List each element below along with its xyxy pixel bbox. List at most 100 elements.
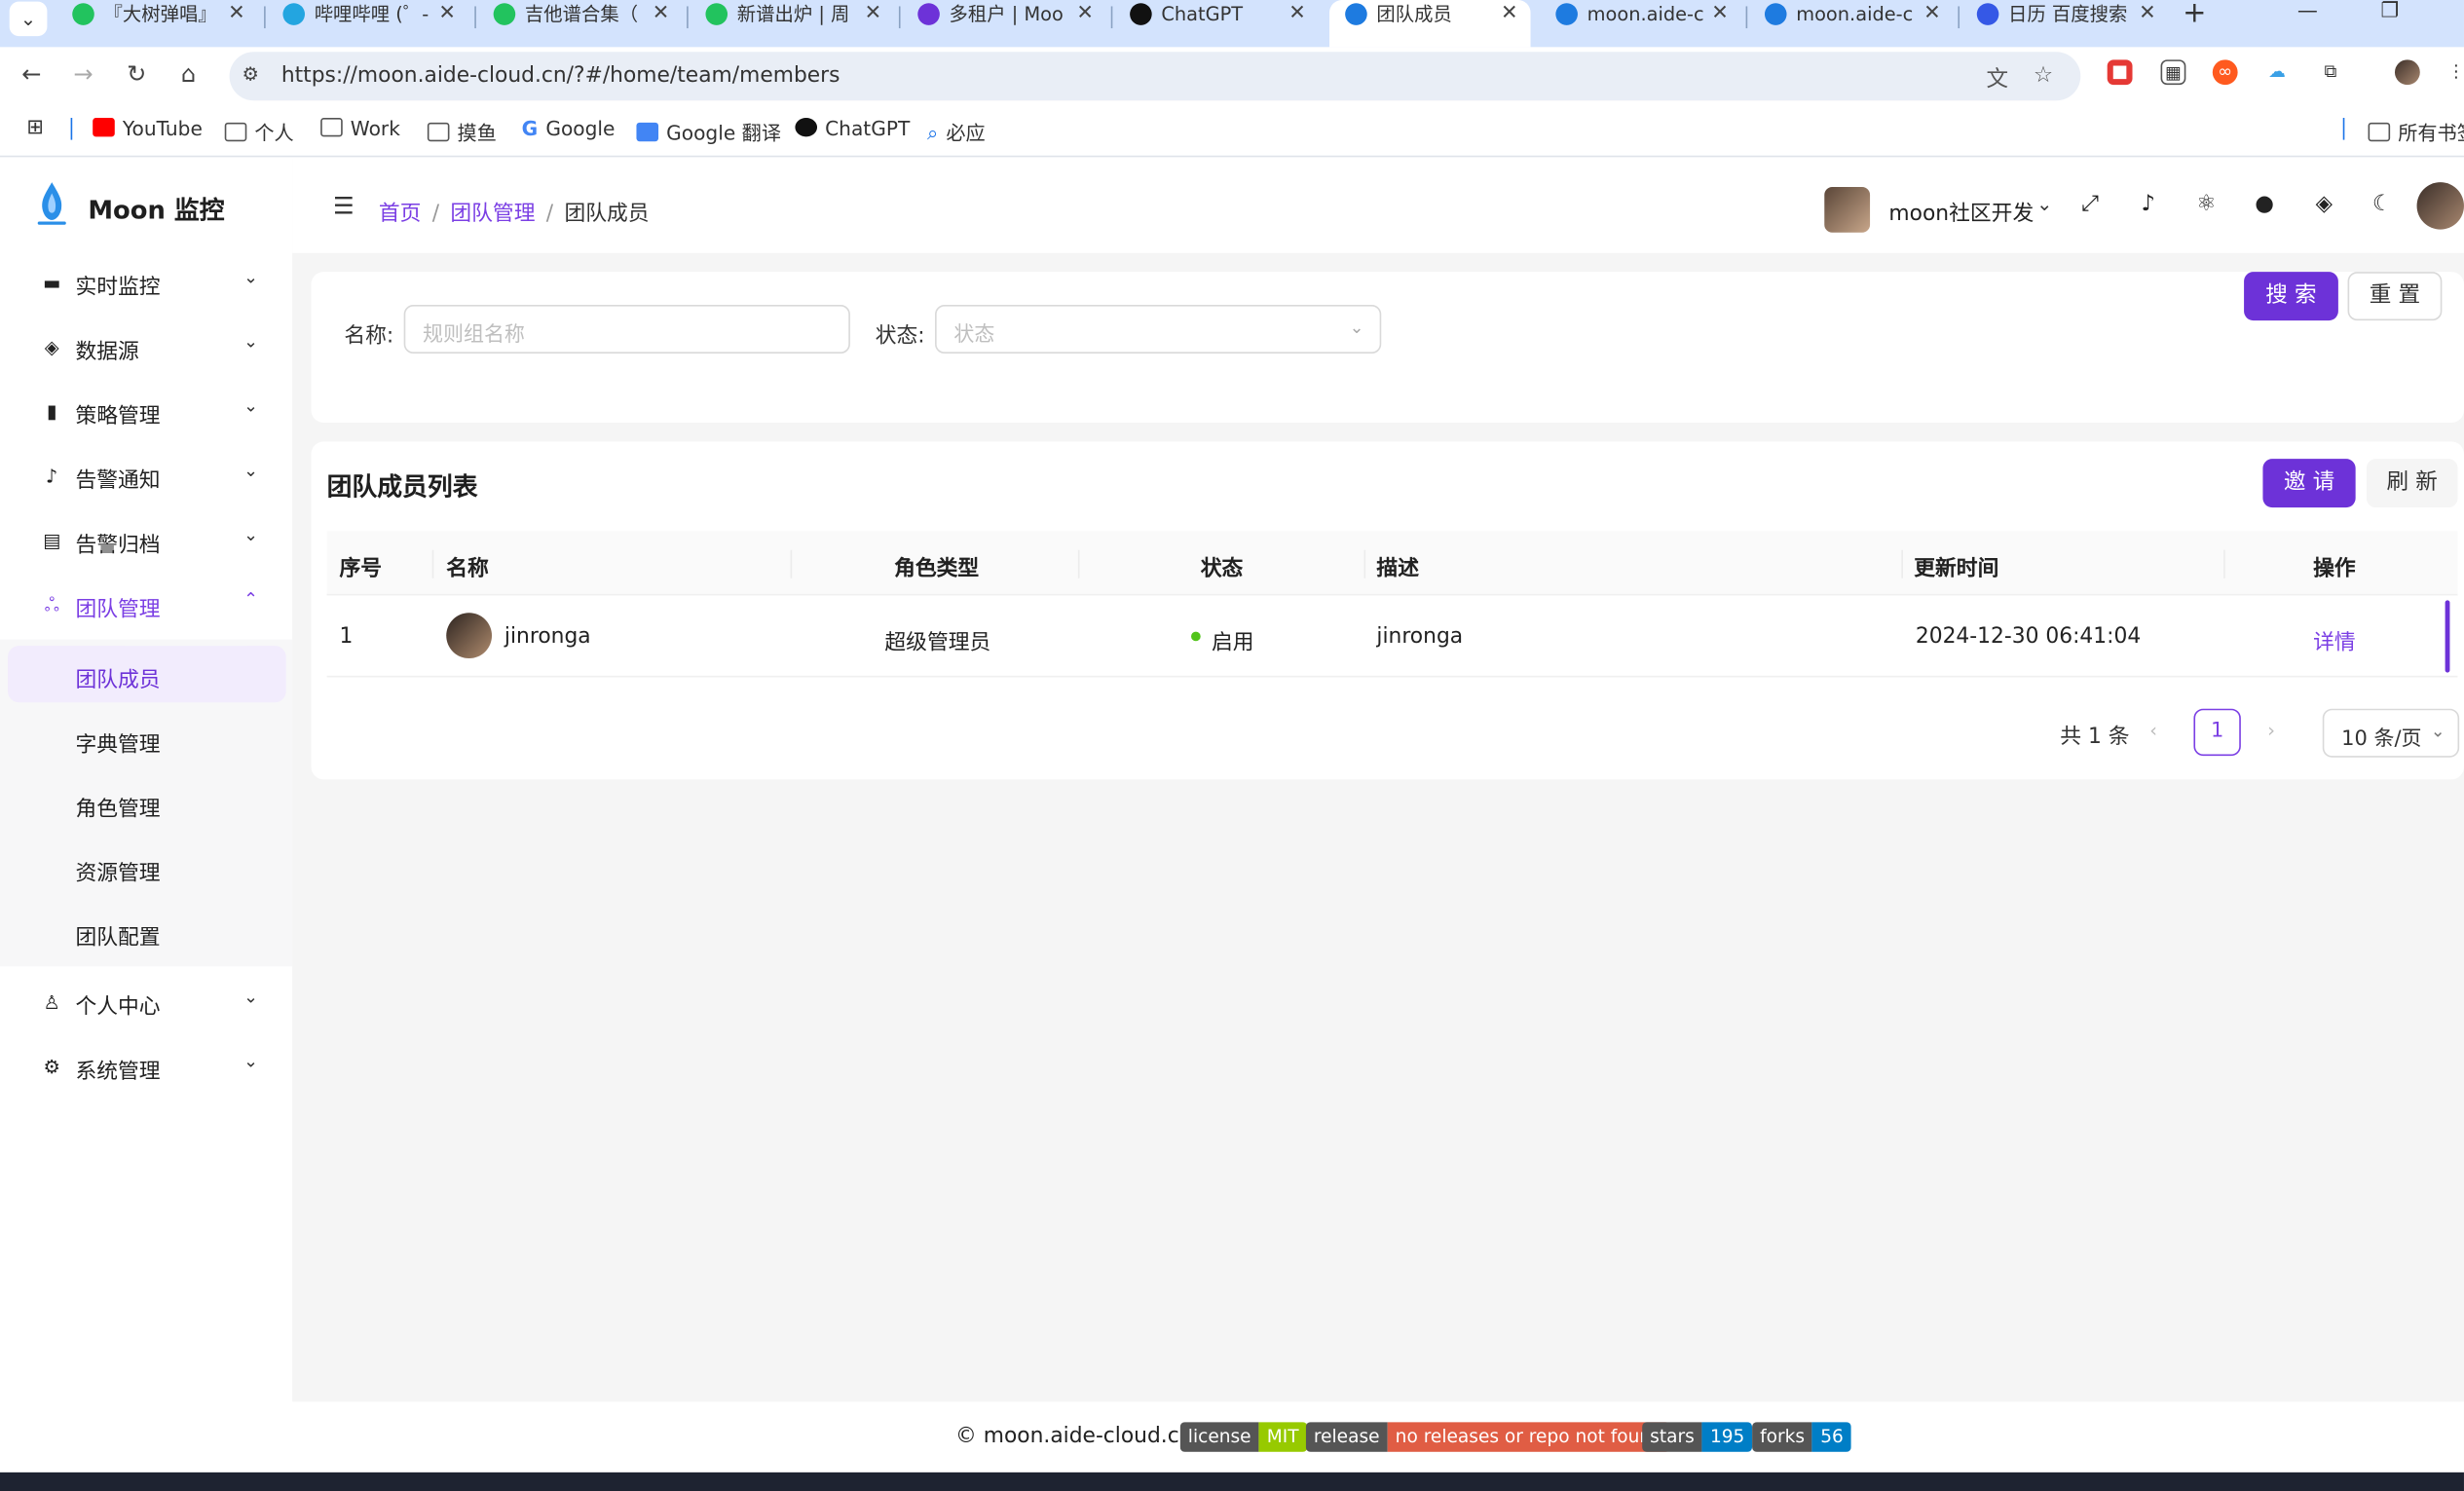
- dark-mode-icon[interactable]: ☾: [2367, 192, 2398, 217]
- menu-item-alarm-notify[interactable]: ♪ 告警通知 ⌄: [0, 446, 292, 505]
- bookmark-star-icon[interactable]: ☆: [2034, 63, 2053, 89]
- layers-icon[interactable]: ◈: [2308, 192, 2339, 217]
- pagination-page[interactable]: 1: [2193, 708, 2241, 757]
- prev-page-icon[interactable]: ‹: [2149, 720, 2157, 742]
- menu-item-strategy[interactable]: ▮ 策略管理 ⌄: [0, 382, 292, 441]
- close-icon[interactable]: ✕: [228, 0, 245, 28]
- close-icon[interactable]: ✕: [865, 0, 882, 28]
- translate-icon[interactable]: 文: [1986, 63, 2008, 94]
- forward-icon[interactable]: →: [67, 59, 98, 88]
- close-icon[interactable]: ✕: [653, 0, 670, 28]
- invite-button[interactable]: 邀 请: [2262, 459, 2356, 508]
- table-scrollbar[interactable]: [2445, 600, 2450, 673]
- menu-item-system-management[interactable]: ⚙ 系统管理 ⌄: [0, 1037, 292, 1097]
- bookmark-translate[interactable]: Google 翻译: [636, 116, 781, 146]
- home-icon[interactable]: ⌂: [172, 59, 204, 88]
- breadcrumb-home[interactable]: 首页: [379, 202, 422, 227]
- bookmark-folder[interactable]: Work: [320, 116, 400, 140]
- menu-item-personal-center[interactable]: ♙ 个人中心 ⌄: [0, 973, 292, 1032]
- qr-code-icon[interactable]: ▦: [2160, 59, 2186, 86]
- release-badge[interactable]: release no releases or repo not found: [1305, 1422, 1671, 1452]
- forks-badge[interactable]: forks 56: [1752, 1422, 1851, 1452]
- bell-icon[interactable]: ♪: [2133, 192, 2164, 217]
- chevron-down-icon[interactable]: ⌄: [2036, 193, 2052, 215]
- stars-badge[interactable]: stars 195: [1642, 1422, 1753, 1452]
- menu-item-datasource[interactable]: ◈ 数据源 ⌄: [0, 317, 292, 377]
- fullscreen-icon[interactable]: ⤢: [2074, 192, 2106, 217]
- bookmark-google[interactable]: G Google: [522, 116, 616, 139]
- column-divider: [790, 549, 793, 578]
- detail-link[interactable]: 详情: [2313, 624, 2356, 655]
- browser-tab[interactable]: 『大树弹唱』 ✕: [56, 0, 258, 47]
- license-badge[interactable]: license MIT: [1179, 1422, 1307, 1452]
- menu-fold-icon[interactable]: ☰: [333, 192, 355, 220]
- cloud-icon[interactable]: ☁: [2264, 59, 2290, 86]
- browser-tab[interactable]: 哔哩哔哩 (゜- ✕: [267, 0, 468, 47]
- site-info-icon[interactable]: ⚙: [242, 63, 258, 86]
- search-button[interactable]: 搜 索: [2244, 272, 2338, 321]
- tab-search-button[interactable]: ⌄: [9, 1, 48, 37]
- all-bookmarks[interactable]: 所有书签: [2368, 116, 2464, 146]
- submenu-item-dictionary[interactable]: 字典管理: [8, 710, 286, 766]
- next-page-icon[interactable]: ›: [2267, 720, 2275, 742]
- close-icon[interactable]: ✕: [1923, 0, 1941, 28]
- restore-icon[interactable]: ❐: [2380, 0, 2399, 23]
- user-avatar[interactable]: [2416, 182, 2464, 230]
- puzzle-icon[interactable]: ⧉: [2317, 59, 2343, 86]
- browser-tab-active[interactable]: 团队成员 ✕: [1329, 0, 1531, 48]
- bookmark-chatgpt[interactable]: ChatGPT: [795, 116, 910, 140]
- submenu-item-team-members[interactable]: 团队成员: [8, 646, 286, 703]
- browser-tab[interactable]: moon.aide-c ✕: [1749, 0, 1954, 47]
- close-icon[interactable]: ✕: [1288, 0, 1306, 28]
- menu-item-alarm-archive[interactable]: ▤ 告警归档 ⌄: [0, 510, 292, 570]
- submenu-item-team-config[interactable]: 团队配置: [8, 904, 286, 960]
- refresh-button[interactable]: 刷 新: [2366, 459, 2458, 508]
- openai-icon[interactable]: ⚛: [2190, 192, 2221, 217]
- submenu-item-resources[interactable]: 资源管理: [8, 839, 286, 896]
- bookmark-bing[interactable]: ⌕ 必应: [927, 116, 986, 146]
- github-icon[interactable]: ●: [2249, 192, 2280, 217]
- page-size-select[interactable]: 10 条/页 ⌄: [2322, 708, 2460, 758]
- tab-separator: [1745, 6, 1748, 29]
- new-tab-icon[interactable]: +: [2183, 0, 2206, 30]
- menu-item-team-management[interactable]: ஃ 团队管理 ⌃: [0, 576, 292, 635]
- url-bar[interactable]: ⚙ https://moon.aide-cloud.cn/?#/home/tea…: [229, 52, 2081, 101]
- team-avatar[interactable]: [1824, 187, 1871, 233]
- url-text[interactable]: https://moon.aide-cloud.cn/?#/home/team/…: [281, 63, 840, 89]
- browser-tab[interactable]: 吉他谱合集（ ✕: [478, 0, 683, 47]
- browser-tab[interactable]: 日历 百度搜索 ✕: [1961, 0, 2169, 47]
- footer-copyright: © moon.aide-cloud.cn: [955, 1424, 1193, 1449]
- bookmark-folder[interactable]: 个人: [224, 116, 294, 146]
- reset-button[interactable]: 重 置: [2347, 272, 2443, 321]
- browser-tab[interactable]: 新谱出炉 | 周 ✕: [690, 0, 894, 47]
- close-icon[interactable]: ✕: [1711, 0, 1729, 28]
- name-input[interactable]: 规则组名称: [403, 305, 850, 354]
- browser-tab[interactable]: 多租户 | Moo ✕: [902, 0, 1106, 47]
- profile-avatar[interactable]: [2394, 59, 2420, 86]
- apps-grid-icon[interactable]: ⊞: [26, 116, 44, 139]
- browser-tab[interactable]: ChatGPT ✕: [1114, 0, 1319, 47]
- close-icon[interactable]: ✕: [1501, 0, 1518, 28]
- team-selector[interactable]: moon社区开发: [1888, 195, 2034, 227]
- more-menu-icon[interactable]: ⋮: [2443, 59, 2464, 86]
- top-header: ☰ 首页 / 团队管理 / 团队成员 moon社区开发 ⌄ ⤢ ♪ ⚛ ● ◈ ☾: [292, 158, 2464, 253]
- submenu-item-roles[interactable]: 角色管理: [8, 774, 286, 831]
- brand-title[interactable]: Moon 监控: [88, 189, 224, 227]
- back-icon[interactable]: ←: [16, 59, 47, 88]
- chevron-down-icon: ⌄: [243, 1051, 258, 1072]
- status-select[interactable]: 状态 ⌄: [935, 305, 1382, 354]
- bookmark-folder[interactable]: 摸鱼: [427, 116, 497, 146]
- close-icon[interactable]: ✕: [438, 0, 456, 28]
- reload-icon[interactable]: ↻: [121, 59, 152, 88]
- bookmark-youtube[interactable]: YouTube: [93, 116, 203, 140]
- minimize-icon[interactable]: —: [2297, 0, 2318, 23]
- breadcrumb-team-management[interactable]: 团队管理: [450, 202, 535, 227]
- close-icon[interactable]: ✕: [2139, 0, 2156, 28]
- chevron-down-icon: ⌄: [2430, 721, 2445, 742]
- browser-tab[interactable]: moon.aide-c ✕: [1540, 0, 1741, 47]
- extension-icon[interactable]: ■: [2107, 59, 2133, 86]
- close-icon[interactable]: ✕: [1076, 0, 1094, 28]
- extension-infinity-icon[interactable]: ∞: [2212, 59, 2238, 86]
- menu-item-realtime-monitor[interactable]: ▬ 实时监控 ⌄: [0, 253, 292, 313]
- footer: © moon.aide-cloud.cn license MIT release n…: [0, 1401, 2464, 1472]
